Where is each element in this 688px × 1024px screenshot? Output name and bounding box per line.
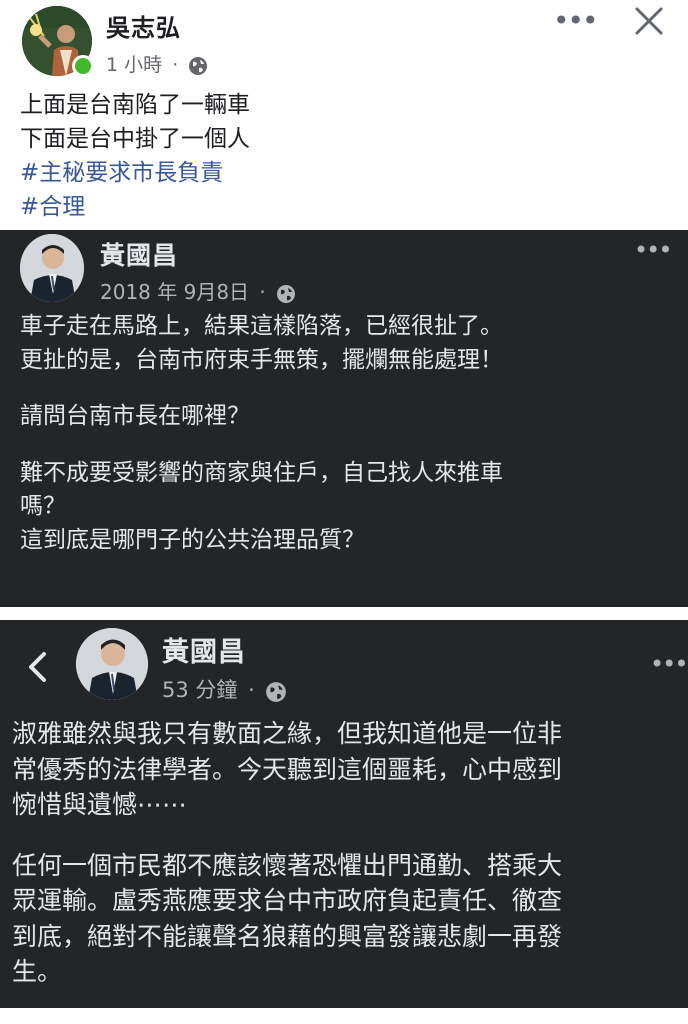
hashtag-link[interactable]: #合理 xyxy=(20,190,250,224)
text-line xyxy=(20,434,503,457)
text-line: 難不成要受影響的商家與住戶，自己找人來推車 xyxy=(20,459,503,486)
text-line xyxy=(20,377,503,400)
chevron-left-icon xyxy=(24,650,50,684)
meta-separator: · xyxy=(172,54,179,76)
more-horizontal-icon: ••• xyxy=(650,650,688,678)
post-line: 下面是台中掛了一個人 xyxy=(20,126,250,152)
meta-separator: · xyxy=(248,678,255,702)
text-line: 任何一個市民都不應該懷著恐懼出門通勤、搭乘大 xyxy=(12,850,563,880)
text-line: 這到底是哪門子的公共治理品質？ xyxy=(20,526,365,553)
screenshot-author-name: 黃國昌 xyxy=(100,241,179,270)
text-line: 常優秀的法律學者。今天聽到這個噩耗，心中感到 xyxy=(12,754,563,784)
screenshot-text: 車子走在馬路上，結果這樣陷落，已經很扯了。 更扯的是，台南市府束手無策，擺爛無能… xyxy=(20,310,503,557)
text-line: 淑雅雖然與我只有數面之緣，但我知道他是一位非 xyxy=(12,719,563,748)
text-line: 請問台南市長在哪裡？ xyxy=(20,403,250,429)
online-status-dot xyxy=(72,55,94,77)
globe-icon[interactable] xyxy=(188,56,208,76)
text-line: 車子走在馬路上，結果這樣陷落，已經很扯了。 xyxy=(20,313,503,339)
globe-icon xyxy=(265,681,287,702)
screenshot-text: 淑雅雖然與我只有數面之緣，但我知道他是一位非 常優秀的法律學者。今天聽到這個噩耗… xyxy=(12,716,562,990)
more-horizontal-icon: ••• xyxy=(634,236,672,264)
post-line: 上面是台南陷了一輛車 xyxy=(20,92,250,118)
meta-separator: · xyxy=(259,280,266,304)
post-body: 上面是台南陷了一輛車 下面是台中掛了一個人 #主秘要求市長負責 #合理 xyxy=(20,88,250,224)
embedded-screenshot-1[interactable]: 黃國昌 2018 年 9月8日 · ••• 車子走在馬路上，結果這樣陷落，已經很… xyxy=(0,230,688,607)
close-icon[interactable] xyxy=(634,6,664,36)
text-line: 眾運輸。盧秀燕應要求台中市政府負起責任、徹查 xyxy=(12,886,563,915)
author-name[interactable]: 吳志弘 xyxy=(106,8,181,43)
post-header: 吳志弘 1 小時 · ••• xyxy=(0,0,688,88)
post-meta: 1 小時 · xyxy=(106,50,208,77)
screenshot-meta: 2018 年 9月8日 · xyxy=(100,276,296,305)
post-time[interactable]: 1 小時 xyxy=(106,54,162,76)
more-horizontal-icon[interactable]: ••• xyxy=(553,6,599,36)
text-line: 生。 xyxy=(12,957,63,986)
screenshot-time: 53 分鐘 xyxy=(162,678,238,702)
text-line: 更扯的是，台南市府束手無策，擺爛無能處理！ xyxy=(20,346,503,373)
screenshot-author-avatar xyxy=(76,628,148,700)
text-line xyxy=(12,823,562,848)
screenshot-author-avatar xyxy=(20,234,84,302)
hashtag-link[interactable]: #主秘要求市長負責 xyxy=(20,156,250,190)
globe-icon xyxy=(276,284,296,304)
text-line: 嗎？ xyxy=(20,493,66,519)
embedded-screenshot-2[interactable]: 黃國昌 53 分鐘 · ••• 淑雅雖然與我只有數面之緣，但我知道他是一位非 常… xyxy=(0,620,688,1008)
text-line: 到底，絕對不能讓聲名狼藉的興富發讓悲劇一再發 xyxy=(12,921,563,951)
screenshot-date: 2018 年 9月8日 xyxy=(100,280,250,304)
screenshot-meta: 53 分鐘 · xyxy=(162,674,287,704)
text-line: 惋惜與遺憾⋯⋯ xyxy=(12,790,188,819)
screenshot-author-name: 黃國昌 xyxy=(162,637,246,668)
